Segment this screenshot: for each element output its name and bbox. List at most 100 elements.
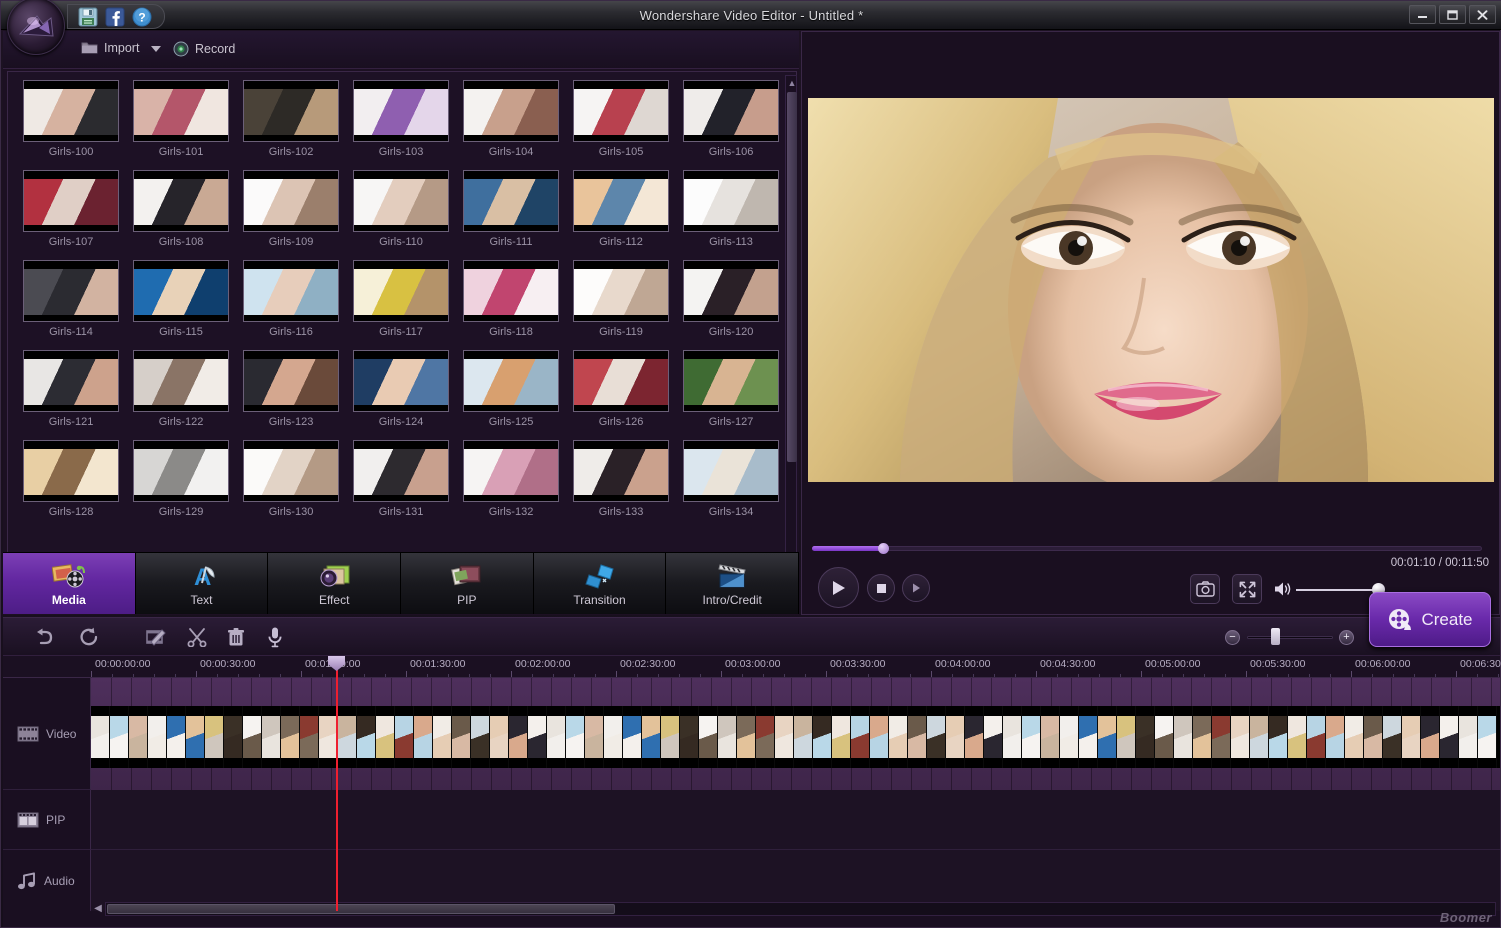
media-item[interactable]: Girls-133 xyxy=(566,440,676,518)
media-item[interactable]: Girls-108 xyxy=(126,170,236,248)
media-item[interactable]: Girls-130 xyxy=(236,440,346,518)
zoom-track[interactable] xyxy=(1247,636,1333,639)
media-item[interactable]: Girls-110 xyxy=(346,170,456,248)
media-thumbnail[interactable] xyxy=(133,170,229,232)
media-thumbnail[interactable] xyxy=(573,170,669,232)
media-item[interactable]: Girls-120 xyxy=(676,260,786,338)
record-button[interactable]: Record xyxy=(173,41,235,57)
scroll-up-icon[interactable]: ▲ xyxy=(786,76,798,90)
media-thumbnail[interactable] xyxy=(573,80,669,142)
voiceover-button[interactable] xyxy=(261,623,289,651)
track-header-audio[interactable]: Audio xyxy=(3,850,91,911)
maximize-button[interactable] xyxy=(1439,5,1466,24)
minimize-button[interactable] xyxy=(1409,5,1436,24)
save-icon[interactable] xyxy=(78,7,98,27)
media-thumbnail[interactable] xyxy=(23,80,119,142)
media-thumbnail[interactable] xyxy=(133,440,229,502)
media-item[interactable]: Girls-103 xyxy=(346,80,456,158)
zoom-out-button[interactable]: − xyxy=(1225,630,1240,645)
track-header-pip[interactable]: PIP xyxy=(3,790,91,850)
close-button[interactable] xyxy=(1469,5,1496,24)
media-item[interactable]: Girls-127 xyxy=(676,350,786,428)
media-item[interactable]: Girls-128 xyxy=(16,440,126,518)
media-item[interactable]: Girls-124 xyxy=(346,350,456,428)
media-thumbnail[interactable] xyxy=(463,440,559,502)
media-item[interactable]: Girls-122 xyxy=(126,350,236,428)
media-thumbnail[interactable] xyxy=(243,260,339,322)
facebook-icon[interactable] xyxy=(105,7,125,27)
media-thumbnail[interactable] xyxy=(353,260,449,322)
scroll-left-icon[interactable]: ◀ xyxy=(91,901,105,917)
tab-pip[interactable]: PIP xyxy=(401,553,534,614)
timeline-ruler[interactable]: 00:00:00:0000:00:30:0000:01:00:0000:01:3… xyxy=(3,656,1501,678)
next-frame-button[interactable] xyxy=(902,574,930,602)
edit-button[interactable] xyxy=(142,623,170,651)
media-thumbnail[interactable] xyxy=(683,170,779,232)
media-item[interactable]: Girls-125 xyxy=(456,350,566,428)
media-thumbnail[interactable] xyxy=(353,350,449,412)
track-video[interactable] xyxy=(91,678,1500,790)
undo-button[interactable] xyxy=(29,623,57,651)
media-item[interactable]: Girls-114 xyxy=(16,260,126,338)
play-button[interactable] xyxy=(818,567,859,608)
media-thumbnail[interactable] xyxy=(243,80,339,142)
media-item[interactable]: Girls-112 xyxy=(566,170,676,248)
hscrollbar-track[interactable] xyxy=(105,902,1496,916)
import-button[interactable]: Import xyxy=(81,41,139,55)
redo-button[interactable] xyxy=(75,623,103,651)
media-thumbnail[interactable] xyxy=(353,170,449,232)
media-thumbnail[interactable] xyxy=(573,350,669,412)
zoom-handle[interactable] xyxy=(1271,628,1280,645)
media-thumbnail[interactable] xyxy=(683,80,779,142)
media-item[interactable]: Girls-129 xyxy=(126,440,236,518)
help-icon[interactable]: ? xyxy=(132,7,152,27)
preview-screen[interactable] xyxy=(806,36,1496,539)
media-thumbnail[interactable] xyxy=(23,440,119,502)
timeline-horizontal-scrollbar[interactable]: ◀ xyxy=(91,901,1496,917)
media-thumbnail[interactable] xyxy=(133,350,229,412)
media-item[interactable]: Girls-106 xyxy=(676,80,786,158)
media-item[interactable]: Girls-101 xyxy=(126,80,236,158)
media-thumbnail[interactable] xyxy=(463,170,559,232)
media-grid-scroll[interactable]: Girls-100 Girls-101 Girls-102 Girls-103 Girl… xyxy=(7,71,797,575)
library-vertical-scrollbar[interactable]: ▲ ▼ xyxy=(785,75,797,571)
stop-button[interactable] xyxy=(867,574,895,602)
media-item[interactable]: Girls-117 xyxy=(346,260,456,338)
tab-text[interactable]: AText xyxy=(135,553,269,614)
zoom-in-button[interactable]: + xyxy=(1339,630,1354,645)
media-thumbnail[interactable] xyxy=(243,440,339,502)
media-thumbnail[interactable] xyxy=(243,350,339,412)
media-thumbnail[interactable] xyxy=(23,260,119,322)
media-item[interactable]: Girls-109 xyxy=(236,170,346,248)
track-header-video[interactable]: Video xyxy=(3,678,91,790)
media-thumbnail[interactable] xyxy=(463,260,559,322)
media-item[interactable]: Girls-121 xyxy=(16,350,126,428)
media-thumbnail[interactable] xyxy=(353,80,449,142)
media-thumbnail[interactable] xyxy=(243,170,339,232)
media-thumbnail[interactable] xyxy=(573,440,669,502)
split-button[interactable] xyxy=(183,623,211,651)
media-thumbnail[interactable] xyxy=(683,260,779,322)
video-clip-filmstrip[interactable] xyxy=(91,706,1500,768)
media-thumbnail[interactable] xyxy=(133,80,229,142)
media-thumbnail[interactable] xyxy=(683,350,779,412)
media-item[interactable]: Girls-126 xyxy=(566,350,676,428)
delete-button[interactable] xyxy=(222,623,250,651)
hscrollbar-thumb[interactable] xyxy=(107,904,615,914)
media-thumbnail[interactable] xyxy=(23,350,119,412)
fullscreen-button[interactable] xyxy=(1232,574,1262,604)
timeline-zoom-control[interactable]: − + xyxy=(1225,627,1355,647)
media-item[interactable]: Girls-111 xyxy=(456,170,566,248)
track-pip[interactable] xyxy=(91,790,1500,850)
tab-effect[interactable]: Effect xyxy=(268,553,402,614)
media-item[interactable]: Girls-100 xyxy=(16,80,126,158)
seek-track[interactable] xyxy=(812,546,1482,551)
media-thumbnail[interactable] xyxy=(353,440,449,502)
media-item[interactable]: Girls-116 xyxy=(236,260,346,338)
playhead[interactable] xyxy=(336,656,338,911)
seek-bar[interactable] xyxy=(812,542,1482,554)
media-thumbnail[interactable] xyxy=(683,440,779,502)
media-item[interactable]: Girls-102 xyxy=(236,80,346,158)
seek-handle[interactable] xyxy=(878,543,889,554)
media-item[interactable]: Girls-132 xyxy=(456,440,566,518)
